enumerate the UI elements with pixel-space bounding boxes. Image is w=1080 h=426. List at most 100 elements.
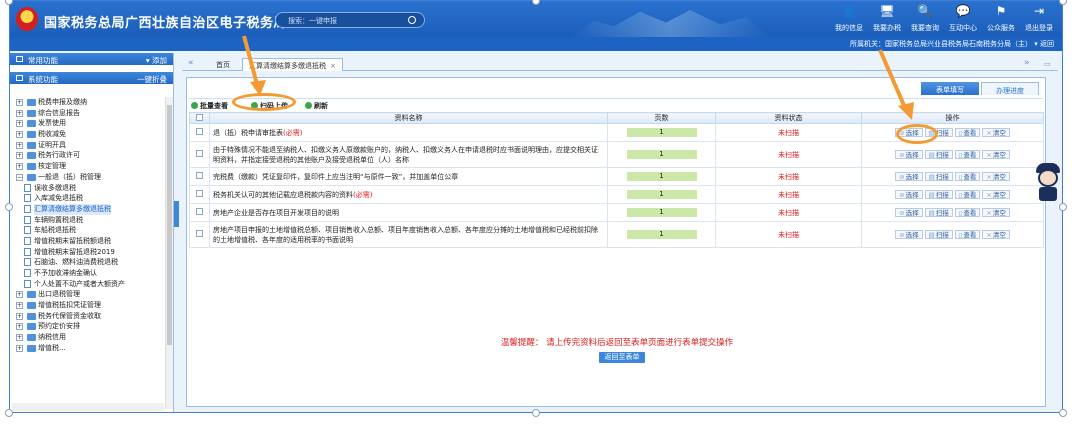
tree-item[interactable]: + 税务行政许可 xyxy=(12,150,164,161)
tree-item[interactable]: 车辆购置税退税 xyxy=(12,215,164,226)
row-checkbox-cell[interactable] xyxy=(189,167,210,186)
op-button-view[interactable]: ▯查看 xyxy=(954,172,981,181)
expand-icon[interactable]: + xyxy=(16,344,23,352)
collapse-icon[interactable]: − xyxy=(16,173,23,181)
op-button-view[interactable]: ▯查看 xyxy=(954,150,981,159)
op-button-scan[interactable]: ▤扫描 xyxy=(924,190,953,199)
refresh-button[interactable]: 刷新 xyxy=(305,101,328,111)
nav-item-1[interactable]: 🖥 我要办税 xyxy=(868,3,906,33)
op-button-view[interactable]: ▯查看 xyxy=(954,208,981,217)
op-button-clear[interactable]: ×清空 xyxy=(982,208,1010,217)
checkbox[interactable] xyxy=(196,150,203,157)
tree-horizontal-scrollbar[interactable] xyxy=(12,403,164,411)
expand-icon[interactable]: + xyxy=(16,302,23,310)
tax-office-name[interactable]: 国家税务总局兴业县税务局石南税务分局（主） xyxy=(885,40,1032,48)
nav-item-4[interactable]: ⚑ 公众服务 xyxy=(982,3,1020,33)
op-button-scan[interactable]: ▤扫描 xyxy=(924,172,953,181)
tree-item[interactable]: 不予加收滞纳金确认 xyxy=(12,268,164,279)
tree-item[interactable]: 汇算清缴结算多缴退抵税 xyxy=(12,203,164,215)
op-button-scan[interactable]: ▤扫描 xyxy=(924,230,953,239)
add-button[interactable]: ▾ 添加 xyxy=(146,55,167,66)
selection-handle[interactable] xyxy=(1059,0,1067,5)
row-checkbox-cell[interactable] xyxy=(189,221,210,248)
tree-item[interactable]: − 一般退（抵）税管理 xyxy=(12,172,164,183)
selection-handle[interactable] xyxy=(1059,203,1067,211)
checkbox[interactable] xyxy=(196,230,203,237)
expand-icon[interactable]: + xyxy=(16,109,23,117)
tree-item[interactable]: + 预约定价安排 xyxy=(12,321,164,332)
selection-handle[interactable] xyxy=(5,409,13,417)
op-button-select[interactable]: ⊘选择 xyxy=(895,190,923,199)
collapse-all-button[interactable]: 一键折叠 xyxy=(137,74,167,85)
op-button-select[interactable]: ⊘选择 xyxy=(895,230,923,239)
tree-item[interactable]: + 增值税... xyxy=(12,343,164,354)
tree-scrollbar[interactable] xyxy=(165,97,173,409)
expand-icon[interactable]: + xyxy=(16,312,23,320)
tree-item[interactable]: 石脑油、燃料油消费税退税 xyxy=(12,257,164,268)
tree-item[interactable]: + 证明开具 xyxy=(12,140,164,151)
tree-item[interactable]: 误收多缴退税 xyxy=(12,183,164,194)
nav-item-3[interactable]: 💬 互动中心 xyxy=(944,3,982,33)
common-functions-header[interactable]: 常用功能 ▾ 添加 xyxy=(10,53,173,65)
tabs-right-arrow-icon[interactable]: » xyxy=(1024,58,1030,68)
tree-item[interactable]: + 核定管理 xyxy=(12,161,164,172)
tab-form-fill[interactable]: 表单填写 xyxy=(921,82,979,95)
op-button-view[interactable]: ▯查看 xyxy=(954,230,981,239)
search-icon[interactable] xyxy=(408,16,416,24)
selection-handle[interactable] xyxy=(5,203,13,211)
op-button-clear[interactable]: ×清空 xyxy=(982,230,1010,239)
expand-icon[interactable]: + xyxy=(16,323,23,331)
select-all-checkbox[interactable] xyxy=(189,112,210,124)
expand-icon[interactable]: + xyxy=(16,152,23,160)
tabs-left-arrow-icon[interactable]: « xyxy=(188,58,194,68)
selection-handle[interactable] xyxy=(1059,409,1067,417)
tab-progress[interactable]: 办理进度 xyxy=(981,82,1039,95)
op-button-clear[interactable]: ×清空 xyxy=(982,190,1010,199)
op-button-view[interactable]: ▯查看 xyxy=(954,128,981,137)
tree-item[interactable]: 增值税期末留抵退税2019 xyxy=(12,247,164,258)
checkbox[interactable] xyxy=(196,113,203,121)
op-button-clear[interactable]: ×清空 xyxy=(982,150,1010,159)
nav-item-2[interactable]: 🔍 我要查询 xyxy=(906,3,944,33)
tab-refund[interactable]: 汇算清缴结算多缴退抵税 × xyxy=(242,58,343,71)
tree-item[interactable]: + 增值税抵扣凭证管理 xyxy=(12,300,164,311)
checkbox[interactable] xyxy=(196,208,203,215)
expand-icon[interactable]: + xyxy=(16,163,23,171)
op-button-clear[interactable]: ×清空 xyxy=(982,128,1010,137)
row-checkbox-cell[interactable] xyxy=(189,185,210,204)
close-icon[interactable]: × xyxy=(330,62,336,70)
tree-item[interactable]: 车船税退抵税 xyxy=(12,225,164,236)
op-button-clear[interactable]: ×清空 xyxy=(982,172,1010,181)
op-button-scan[interactable]: ▤扫描 xyxy=(924,208,953,217)
batch-view-button[interactable]: 批量查看 xyxy=(191,101,228,111)
nav-item-5[interactable]: ⇥ 退出登录 xyxy=(1020,3,1058,33)
panel-collapse-handle[interactable] xyxy=(174,201,179,227)
row-checkbox-cell[interactable] xyxy=(189,123,210,142)
op-button-select[interactable]: ⊘选择 xyxy=(895,150,923,159)
op-button-view[interactable]: ▯查看 xyxy=(954,190,981,199)
tree-item[interactable]: + 税务代保管资金收取 xyxy=(12,311,164,322)
op-button-select[interactable]: ⊘选择 xyxy=(895,172,923,181)
return-to-form-button[interactable]: 返回至表单 xyxy=(599,352,645,363)
row-checkbox-cell[interactable] xyxy=(189,141,210,168)
scrollbar-thumb[interactable] xyxy=(167,105,172,345)
checkbox[interactable] xyxy=(196,190,203,197)
expand-icon[interactable]: + xyxy=(16,131,23,139)
op-button-scan[interactable]: ▤扫描 xyxy=(924,150,953,159)
tabs-menu-icon[interactable]: ▭ xyxy=(1044,60,1051,68)
expand-icon[interactable]: + xyxy=(16,141,23,149)
selection-handle[interactable] xyxy=(532,409,540,417)
checkbox[interactable] xyxy=(196,128,203,135)
expand-icon[interactable]: + xyxy=(16,334,23,342)
tree-item[interactable]: 增值税期末留抵税额退税 xyxy=(12,236,164,247)
return-link[interactable]: 返回 xyxy=(1040,40,1054,48)
tree-item[interactable]: + 纳税信用 xyxy=(12,332,164,343)
checkbox[interactable] xyxy=(196,172,203,179)
tree-item[interactable]: + 税费申报及缴纳 xyxy=(12,97,164,108)
expand-icon[interactable]: + xyxy=(16,99,23,106)
op-button-select[interactable]: ⊘选择 xyxy=(895,208,923,217)
tree-item[interactable]: + 税收减免 xyxy=(12,129,164,140)
row-checkbox-cell[interactable] xyxy=(189,203,210,222)
system-functions-header[interactable]: 系统功能 一键折叠 xyxy=(10,72,173,84)
nav-item-0[interactable]: 👤 我的信息 xyxy=(830,3,868,33)
